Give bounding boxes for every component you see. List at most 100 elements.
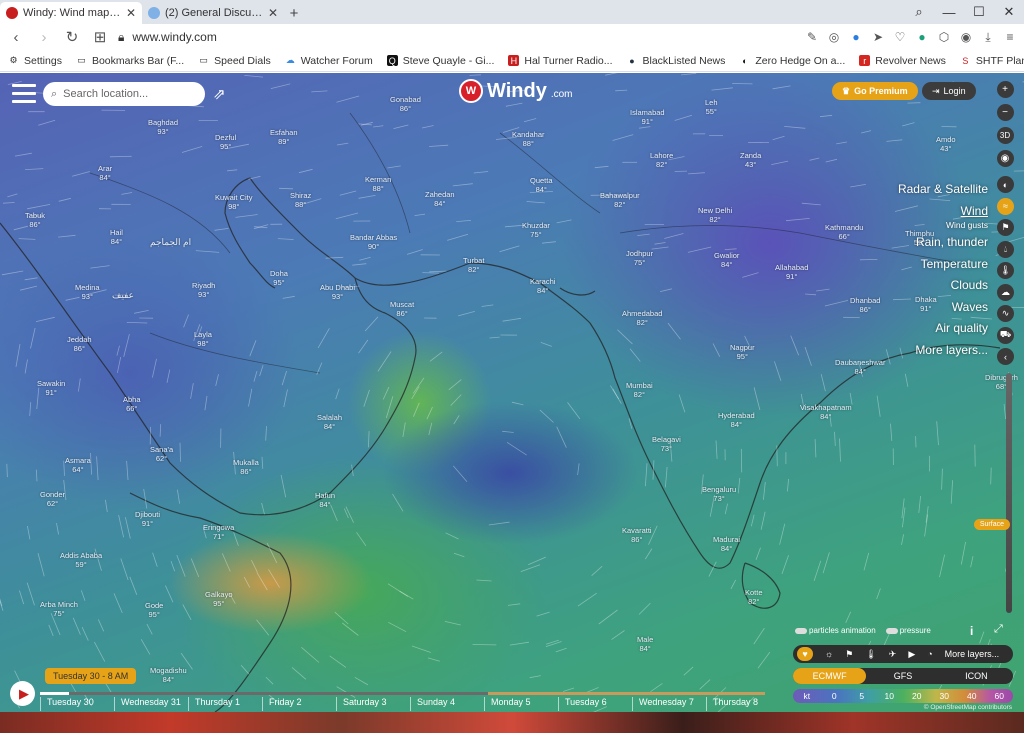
city-label[interactable]: Amdo 43° — [936, 135, 956, 153]
city-label[interactable]: Bengaluru 73° — [702, 485, 736, 503]
login-button[interactable]: ⇥ Login — [922, 82, 976, 100]
bookmark-blacklisted-news[interactable]: ● BlackListed News — [627, 55, 725, 67]
city-label[interactable]: Quetta 84° — [530, 176, 553, 194]
send-icon[interactable]: ➤ — [870, 30, 886, 44]
share-icon[interactable]: ⇗ — [213, 85, 226, 103]
search-tabs-icon[interactable]: ⌕ — [904, 4, 934, 20]
info-icon[interactable]: i — [970, 624, 973, 638]
layer-clouds[interactable]: Clouds — [951, 275, 988, 297]
bookmark-hal-turner[interactable]: H Hal Turner Radio... — [508, 55, 613, 67]
city-label[interactable]: Abha 66° — [123, 395, 141, 413]
bookmark-revolver-news[interactable]: r Revolver News — [859, 55, 946, 67]
city-label[interactable]: Dhanbad 86° — [850, 296, 880, 314]
day-label[interactable]: Tuesday 6 — [558, 697, 632, 711]
satellite-icon[interactable]: ◐ — [997, 176, 1014, 193]
city-label[interactable]: Abu Dhabi 93° — [320, 283, 355, 301]
city-label[interactable]: Arba Minch 75° — [40, 600, 78, 618]
bookmark-steve-quayle[interactable]: Q Steve Quayle - Gi... — [386, 55, 494, 67]
city-label[interactable]: Dibrugarh 68° — [985, 373, 1018, 391]
plane-icon[interactable]: ✈ — [889, 649, 897, 660]
day-label[interactable]: Friday 2 — [262, 697, 336, 711]
city-label[interactable]: Kerman 88° — [365, 175, 391, 193]
city-label[interactable]: Male 84° — [637, 635, 653, 653]
particles-toggle[interactable]: particles animation — [795, 626, 876, 635]
close-tab-icon[interactable]: ✕ — [126, 6, 136, 20]
city-label[interactable]: Hyderabad 84° — [718, 411, 755, 429]
layer-wind-gusts[interactable]: Wind gusts — [946, 219, 988, 232]
zoom-in-button[interactable]: + — [996, 81, 1014, 98]
profile-icon[interactable]: ◉ — [958, 30, 974, 44]
city-label[interactable]: Zahedan 84° — [425, 190, 455, 208]
timeline-track[interactable] — [40, 692, 765, 695]
city-label[interactable]: Asmara 64° — [65, 456, 91, 474]
timeline-progress[interactable] — [40, 692, 69, 695]
fullscreen-icon[interactable]: ⤢ — [994, 623, 1003, 636]
extension-icon[interactable]: ● — [914, 30, 930, 44]
city-label[interactable]: Islamabad 91° — [630, 108, 665, 126]
search-location-input[interactable]: ⌕ Search location... — [43, 82, 205, 106]
osm-attribution[interactable]: © OpenStreetMap contributors — [924, 704, 1012, 711]
city-label[interactable]: Djibouti 91° — [135, 510, 160, 528]
thermo-icon[interactable]: 🌡︎ — [865, 649, 876, 660]
maximize-icon[interactable]: ☐ — [964, 4, 994, 20]
car-icon[interactable]: ⛟ — [997, 326, 1014, 344]
minimize-icon[interactable]: — — [934, 5, 964, 20]
day-label[interactable]: Tuesday 30 — [40, 697, 114, 711]
city-label[interactable]: Mumbai 82° — [626, 381, 653, 399]
city-label[interactable]: Riyadh 93° — [192, 281, 215, 299]
bookmark-shtf-plan[interactable]: S SHTF Plan - Whe... — [960, 55, 1024, 67]
day-label[interactable]: Wednesday 31 — [114, 697, 188, 711]
city-label[interactable]: Kotte 82° — [745, 588, 763, 606]
rain-drop-icon[interactable]: 💧︎ — [997, 240, 1014, 258]
city-label[interactable]: New Delhi 82° — [698, 206, 732, 224]
city-label[interactable]: Mukalla 86° — [233, 458, 259, 476]
day-label[interactable]: Thursday 1 — [188, 697, 262, 711]
wind-icon[interactable]: ≈ — [997, 197, 1014, 215]
back-icon[interactable]: ‹ — [6, 29, 26, 46]
shield-icon[interactable]: ● — [848, 30, 864, 44]
day-label[interactable]: Monday 5 — [484, 697, 558, 711]
cube-icon[interactable]: ⬡ — [936, 30, 952, 44]
weather-icon[interactable]: ☼ — [825, 649, 833, 659]
layer-radar[interactable]: Radar & Satellite — [898, 179, 988, 201]
day-label[interactable]: Thursday 8 — [706, 697, 780, 711]
waves-icon[interactable]: ∿ — [997, 305, 1014, 322]
city-label[interactable]: Karachi 84° — [530, 277, 555, 295]
bookmark-settings[interactable]: ⚙ Settings — [8, 55, 62, 67]
city-label[interactable]: Baghdad 93° — [148, 118, 178, 136]
layer-waves[interactable]: Waves — [952, 297, 988, 319]
city-label[interactable]: Kathmandu 66° — [825, 223, 863, 241]
city-label[interactable]: Khuzdar 75° — [522, 221, 550, 239]
city-label[interactable]: Shiraz 88° — [290, 191, 311, 209]
bookmark-watcher-forum[interactable]: ☁ Watcher Forum — [285, 55, 373, 67]
chevron-left-icon[interactable]: ‹ — [997, 348, 1014, 365]
city-label[interactable]: Gonabad 86° — [390, 95, 421, 113]
city-label[interactable]: Addis Ababa 59° — [60, 551, 102, 569]
city-label[interactable]: Arar 84° — [98, 164, 112, 182]
city-label[interactable]: Sawakin 91° — [37, 379, 65, 397]
download-icon[interactable]: ⤓ — [980, 30, 996, 45]
reload-icon[interactable]: ↻ — [62, 28, 82, 46]
radar-icon[interactable]: ◔ — [927, 649, 932, 659]
thermometer-icon[interactable]: 🌡︎ — [997, 262, 1014, 279]
city-label[interactable]: Leh 55° — [705, 98, 718, 116]
menu-icon[interactable]: ≡ — [1002, 30, 1018, 44]
day-label[interactable]: Sunday 4 — [410, 697, 484, 711]
tab-general-discussion[interactable]: (2) General Discussion ✕ — [142, 2, 284, 24]
city-label[interactable]: Belagavi 73° — [652, 435, 681, 453]
forward-icon[interactable]: › — [34, 29, 54, 46]
city-label[interactable]: Jeddah 86° — [67, 335, 92, 353]
city-label[interactable]: Daubaneshwar 84° — [835, 358, 885, 376]
city-label[interactable]: Kandahar 88° — [512, 130, 545, 148]
city-label[interactable]: Kuwait City 98° — [215, 193, 253, 211]
city-label[interactable]: Gonder 62° — [40, 490, 65, 508]
favorite-icon[interactable]: ♥ — [797, 647, 813, 661]
more-layers-link[interactable]: More layers... — [945, 649, 1000, 659]
city-label[interactable]: Lahore 82° — [650, 151, 673, 169]
zoom-out-button[interactable]: − — [996, 104, 1014, 121]
city-label[interactable]: Bandar Abbas 90° — [350, 233, 397, 251]
city-label[interactable]: Eringowa 71° — [203, 523, 234, 541]
model-gfs[interactable]: GFS — [866, 671, 939, 681]
webcam-icon[interactable]: ▶ — [908, 649, 915, 660]
city-label[interactable]: Turbat 82° — [463, 256, 484, 274]
